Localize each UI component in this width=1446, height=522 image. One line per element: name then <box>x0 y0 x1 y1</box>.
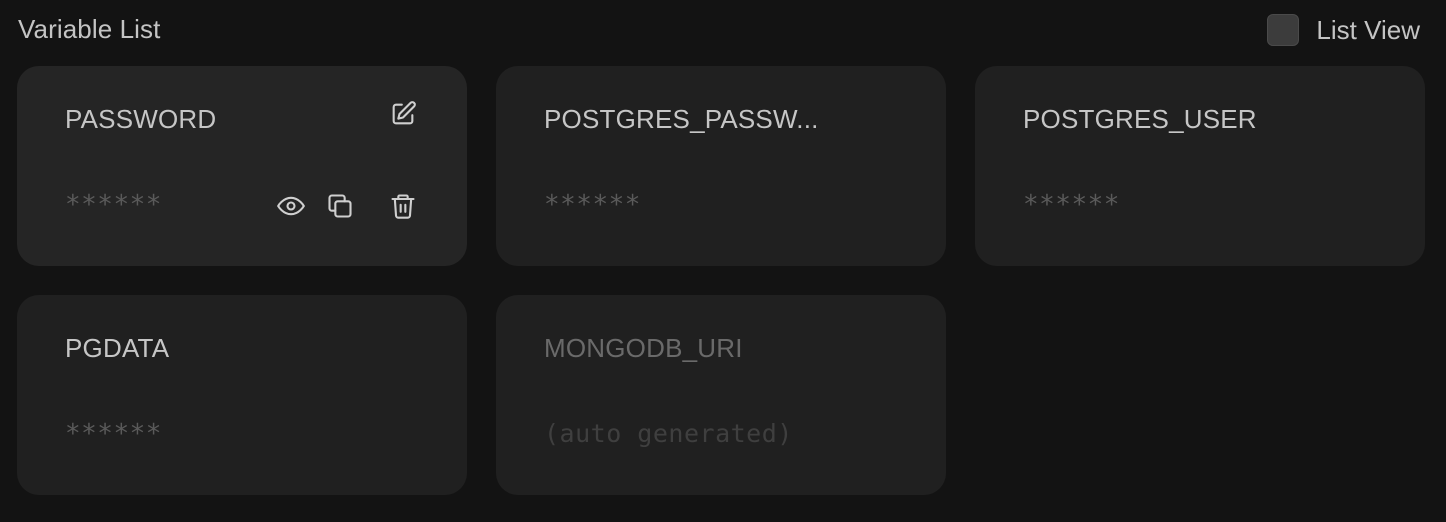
variable-card-password[interactable]: PASSWORD ****** <box>17 66 467 266</box>
eye-icon[interactable] <box>275 190 307 222</box>
variable-name: PGDATA <box>65 333 170 363</box>
variable-card-pgdata[interactable]: PGDATA ****** <box>17 295 467 495</box>
variable-name: PASSWORD <box>65 104 217 134</box>
list-view-label: List View <box>1316 14 1420 45</box>
variable-card-postgres-password[interactable]: POSTGRES_PASSW... ****** <box>496 66 946 266</box>
variable-value-masked: ****** <box>1023 190 1120 220</box>
variable-list-panel: Variable List List View PASSWORD ****** … <box>0 0 1446 522</box>
edit-icon[interactable] <box>387 98 419 130</box>
copy-icon[interactable] <box>324 190 356 222</box>
variable-name: POSTGRES_USER <box>1023 104 1257 134</box>
variable-value-masked: ****** <box>544 190 641 220</box>
variable-name: MONGODB_URI <box>544 333 743 363</box>
variable-card-mongodb-uri: MONGODB_URI (auto generated) <box>496 295 946 495</box>
page-title: Variable List <box>18 14 161 44</box>
list-view-checkbox[interactable] <box>1267 14 1300 46</box>
variable-value-masked: ****** <box>65 190 162 220</box>
variable-card-postgres-user[interactable]: POSTGRES_USER ****** <box>975 66 1425 266</box>
list-view-toggle[interactable]: List View <box>1267 14 1420 46</box>
variable-value-masked: ****** <box>65 419 162 449</box>
variable-name: POSTGRES_PASSW... <box>544 104 819 134</box>
variable-value-auto: (auto generated) <box>544 419 793 448</box>
trash-icon[interactable] <box>387 190 419 222</box>
